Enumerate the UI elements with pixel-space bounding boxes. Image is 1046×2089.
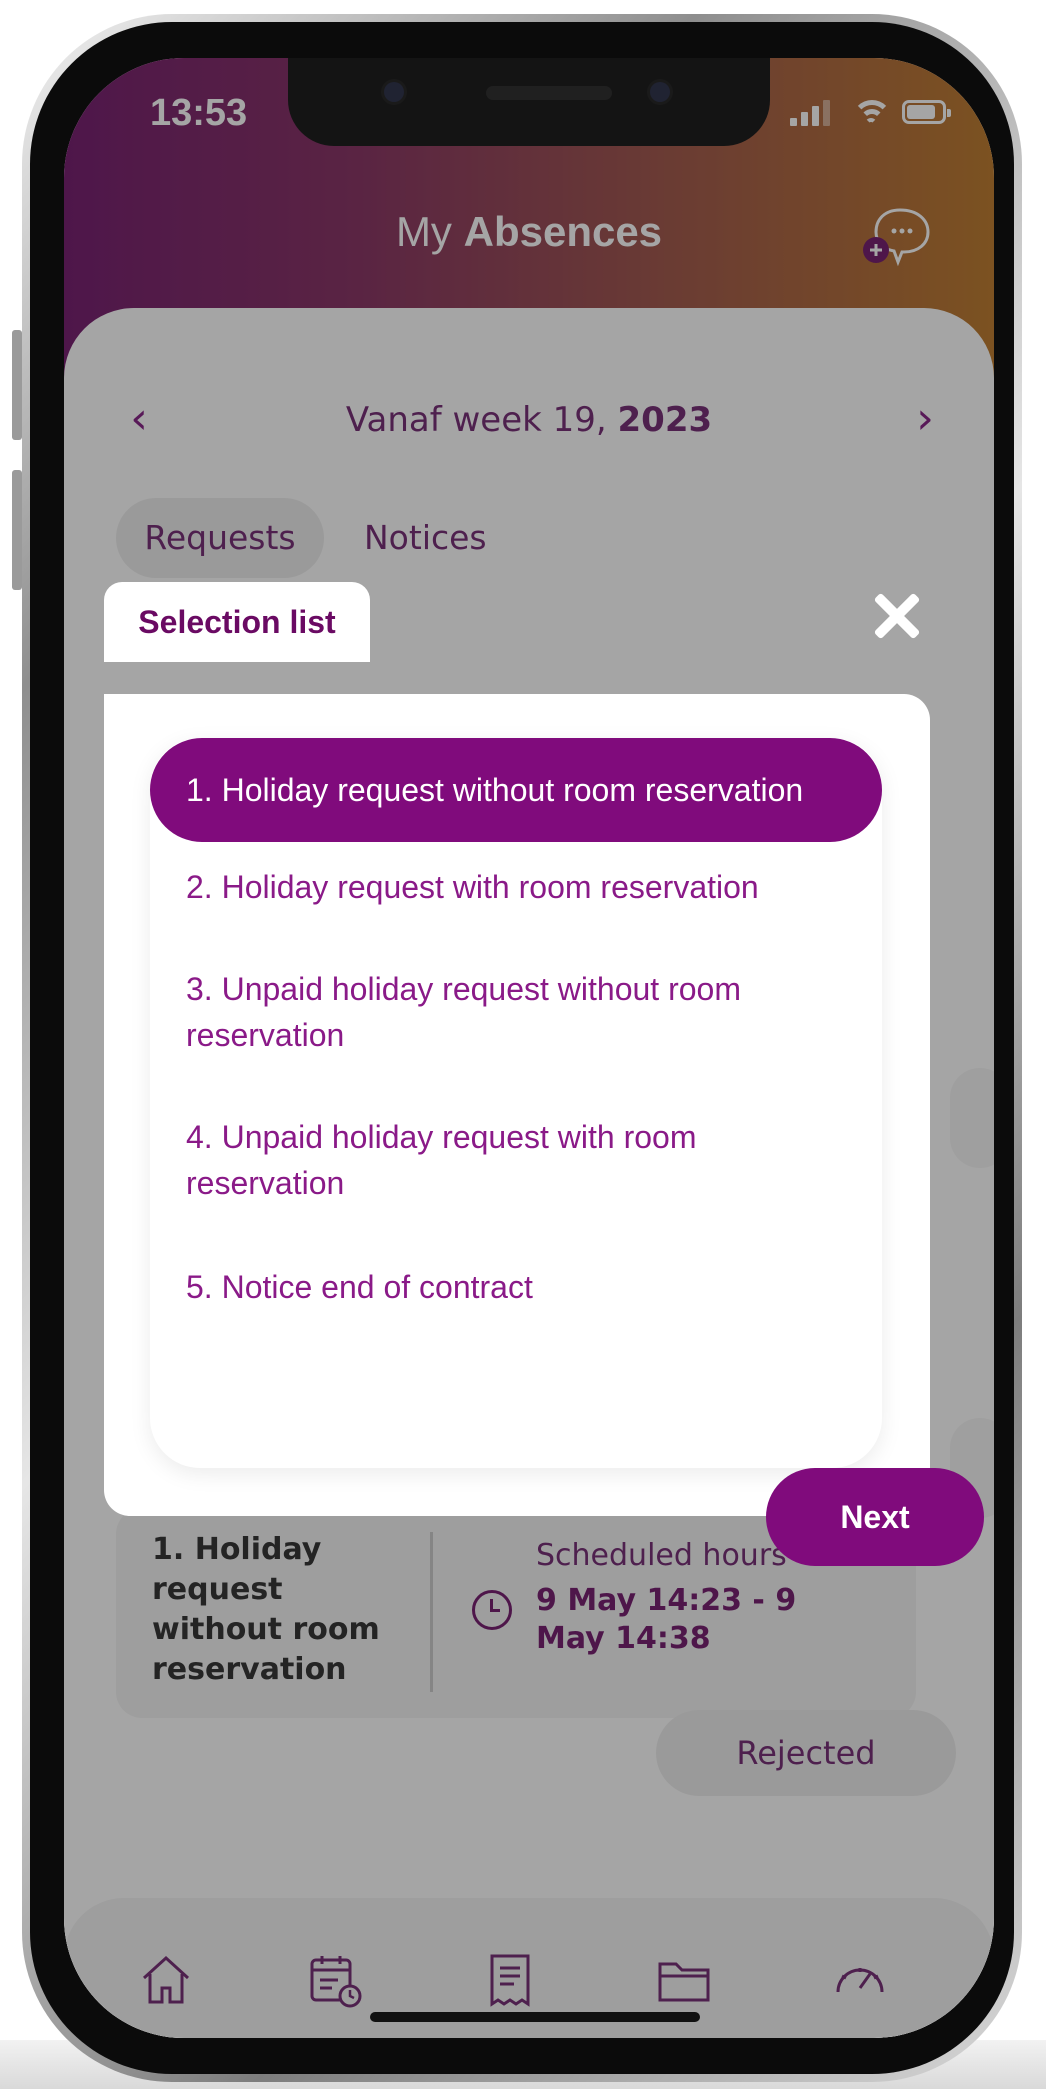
close-icon[interactable] bbox=[872, 592, 920, 640]
mute-switch bbox=[12, 330, 22, 440]
home-indicator[interactable] bbox=[370, 2012, 700, 2022]
selection-modal: 1. Holiday request without room reservat… bbox=[104, 694, 930, 1516]
option-holiday-with-room[interactable]: 2. Holiday request with room reservation bbox=[150, 864, 882, 910]
phone-screen: 13:53 My Absences ‹ Vanaf week 19, 2023 … bbox=[64, 58, 994, 2038]
volume-button bbox=[12, 470, 22, 590]
next-button[interactable]: Next bbox=[766, 1468, 984, 1566]
option-unpaid-without-room[interactable]: 3. Unpaid holiday request without room r… bbox=[150, 966, 882, 1058]
option-holiday-without-room[interactable]: 1. Holiday request without room reservat… bbox=[150, 738, 882, 842]
option-unpaid-with-room[interactable]: 4. Unpaid holiday request with room rese… bbox=[150, 1114, 882, 1206]
selection-list: 1. Holiday request without room reservat… bbox=[150, 738, 882, 1468]
selection-list-tab: Selection list bbox=[104, 582, 370, 662]
option-notice-end-contract[interactable]: 5. Notice end of contract bbox=[150, 1264, 882, 1310]
